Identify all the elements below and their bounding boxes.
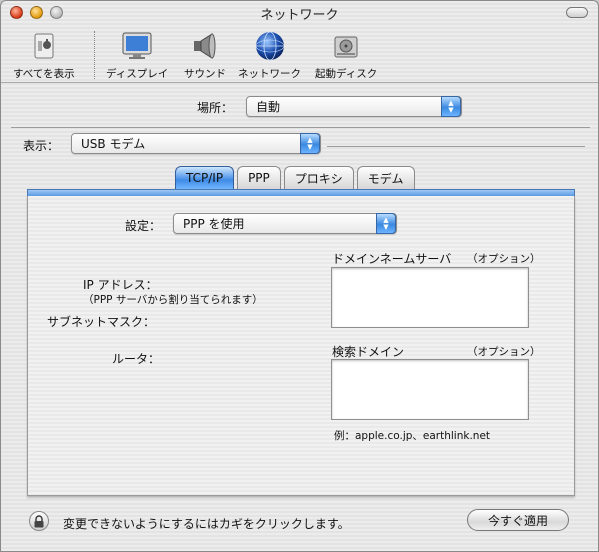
ip-address-label: IP アドレス： (83, 278, 158, 292)
router-label: ルータ： (112, 352, 161, 366)
speaker-icon (188, 29, 222, 63)
show-label: 表示： (23, 139, 60, 153)
toolbar-show-all[interactable]: すべてを表示 (13, 29, 75, 81)
toolbar: すべてを表示 ディスプレイ サウンド ネットワーク 起動ディスク (1, 25, 598, 83)
configure-popup[interactable]: PPP を使用 ▲ ▼ (173, 213, 397, 234)
popup-arrows-icon: ▲ ▼ (441, 96, 461, 117)
window-title: ネットワーク (260, 7, 339, 23)
apple-switch-icon (27, 29, 61, 63)
globe-icon (253, 29, 287, 63)
tab-proxies[interactable]: プロキシ (283, 166, 354, 189)
lock-button[interactable] (29, 511, 49, 531)
close-button[interactable] (10, 6, 23, 19)
search-domains-field[interactable] (331, 359, 529, 420)
lock-icon (34, 514, 44, 527)
tab-tcpip[interactable]: TCP/IP (175, 166, 235, 189)
toolbar-separator (94, 31, 95, 79)
popup-arrows-icon: ▲ ▼ (300, 133, 320, 154)
toolbar-display[interactable]: ディスプレイ (106, 29, 168, 81)
divider (11, 127, 590, 128)
minimize-button[interactable] (30, 6, 43, 19)
toolbar-toggle-button[interactable] (566, 7, 588, 18)
configure-value: PPP を使用 (183, 217, 245, 231)
network-preferences-window: ネットワーク すべてを表示 ディスプレイ サウンド ネットワーク 起動ディスク … (0, 0, 599, 552)
tab-modem[interactable]: モデム (356, 166, 415, 189)
window-controls (10, 6, 63, 19)
location-popup[interactable]: 自動 ▲ ▼ (246, 96, 462, 117)
popup-arrows-icon: ▲ ▼ (376, 213, 396, 234)
toolbar-network[interactable]: ネットワーク (238, 29, 301, 81)
search-domains-label: 検索ドメイン (332, 345, 405, 359)
show-popup[interactable]: USB モデム ▲ ▼ (71, 133, 321, 154)
location-value: 自動 (256, 100, 281, 114)
subnet-mask-label: サブネットマスク： (47, 315, 156, 329)
title-bar: ネットワーク (1, 1, 598, 25)
dns-label: ドメインネームサーバ (332, 252, 452, 266)
search-domains-example: 例：apple.co.jp、earthlink.net (334, 430, 491, 442)
display-icon (120, 29, 154, 63)
zoom-button[interactable] (50, 6, 63, 19)
divider (327, 146, 585, 147)
location-label: 場所： (197, 101, 234, 115)
tab-ppp[interactable]: PPP (237, 166, 281, 189)
toolbar-sound[interactable]: サウンド (184, 29, 226, 81)
ip-address-note: （PPP サーバから割り当てられます） (83, 294, 263, 306)
hard-disk-icon (329, 29, 363, 63)
tab-bar: TCP/IP PPP プロキシ モデム (175, 166, 415, 189)
search-domains-optional: （オプション） (467, 346, 541, 358)
show-value: USB モデム (81, 137, 146, 151)
dns-servers-field[interactable] (331, 267, 529, 328)
dns-optional: （オプション） (467, 253, 541, 265)
lock-text: 変更できないようにするにはカギをクリックします。 (63, 517, 350, 531)
configure-label: 設定： (125, 219, 162, 233)
apply-now-button[interactable]: 今すぐ適用 (467, 509, 569, 531)
toolbar-startup-disk[interactable]: 起動ディスク (315, 29, 377, 81)
